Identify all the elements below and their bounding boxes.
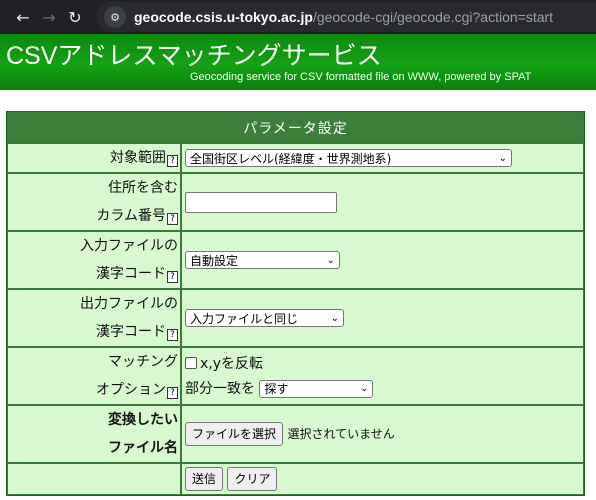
tune-icon[interactable]: ⚙ <box>104 6 126 28</box>
input-encoding-label-cell: 入力ファイルの 漢字コード? <box>7 231 181 289</box>
address-column-label-line2: カラム番号 <box>96 208 166 224</box>
file-label-line2: ファイル名 <box>108 440 178 456</box>
matching-option-label-line1: マッチング <box>108 354 178 370</box>
action-buttons-cell: 送信 クリア <box>181 463 584 495</box>
target-range-value: 全国街区レベル(経緯度・世界測地系) <box>190 151 392 166</box>
site-header: CSVアドレスマッチングサービス Geocoding service for C… <box>0 34 596 90</box>
swap-xy-label: x,yを反転 <box>200 356 264 372</box>
partial-match-select[interactable]: 探す ⌄ <box>259 380 374 398</box>
input-encoding-label-line2: 漢字コード <box>96 266 166 282</box>
clear-button[interactable]: クリア <box>227 467 278 491</box>
help-icon[interactable]: ? <box>167 329 178 341</box>
output-encoding-label-line1: 出力ファイルの <box>80 296 178 312</box>
output-encoding-cell: 入力ファイルと同じ ⌄ <box>181 289 584 347</box>
target-range-label: 対象範囲 <box>110 150 166 166</box>
matching-option-cell: x,yを反転 部分一致を 探す ⌄ <box>181 347 584 405</box>
forward-arrow-icon[interactable]: → <box>36 8 62 27</box>
empty-label-cell <box>7 463 181 495</box>
target-range-label-cell: 対象範囲? <box>7 143 181 173</box>
matching-option-label-line2: オプション <box>96 382 166 398</box>
output-encoding-select[interactable]: 入力ファイルと同じ ⌄ <box>185 309 344 327</box>
address-column-label-line1: 住所を含む <box>108 180 178 196</box>
target-range-cell: 全国街区レベル(経緯度・世界測地系) ⌄ <box>181 143 584 173</box>
parameter-form: パラメータ設定 対象範囲? 全国街区レベル(経緯度・世界測地系) ⌄ 住所を含む… <box>6 111 585 496</box>
parameter-heading: パラメータ設定 <box>7 112 584 143</box>
site-subtitle: Geocoding service for CSV formatted file… <box>190 71 532 83</box>
chevron-down-icon: ⌄ <box>326 254 335 266</box>
help-icon[interactable]: ? <box>167 213 178 225</box>
help-icon[interactable]: ? <box>167 155 178 167</box>
parameter-table: パラメータ設定 対象範囲? 全国街区レベル(経緯度・世界測地系) ⌄ 住所を含む… <box>6 111 585 496</box>
file-cell: ファイルを選択 選択されていません <box>181 405 584 463</box>
choose-file-button[interactable]: ファイルを選択 <box>185 422 284 446</box>
swap-xy-checkbox[interactable] <box>185 357 197 369</box>
site-title: CSVアドレスマッチングサービス <box>6 42 382 70</box>
input-encoding-value: 自動設定 <box>190 253 239 268</box>
no-file-selected-text: 選択されていません <box>287 427 395 441</box>
output-encoding-value: 入力ファイルと同じ <box>190 311 299 326</box>
help-icon[interactable]: ? <box>167 387 178 399</box>
address-column-input[interactable] <box>185 191 337 213</box>
chevron-down-icon: ⌄ <box>330 312 339 324</box>
back-arrow-icon[interactable]: ← <box>10 8 36 27</box>
output-encoding-label-line2: 漢字コード <box>96 324 166 340</box>
browser-toolbar: ← → ↻ ⚙ geocode.csis.u-tokyo.ac.jp/geoco… <box>0 0 596 34</box>
url-path: /geocode-cgi/geocode.cgi?action=start <box>312 9 554 25</box>
address-bar[interactable]: ⚙ geocode.csis.u-tokyo.ac.jp/geocode-cgi… <box>96 2 596 32</box>
partial-match-value: 探す <box>264 382 289 396</box>
input-encoding-select[interactable]: 自動設定 ⌄ <box>185 251 340 269</box>
output-encoding-label-cell: 出力ファイルの 漢字コード? <box>7 289 181 347</box>
reload-icon[interactable]: ↻ <box>62 8 88 27</box>
partial-match-label: 部分一致を <box>185 381 255 397</box>
submit-button[interactable]: 送信 <box>185 467 224 491</box>
address-column-cell <box>181 173 584 231</box>
file-label-line1: 変換したい <box>108 412 178 428</box>
input-encoding-cell: 自動設定 ⌄ <box>181 231 584 289</box>
chevron-down-icon: ⌄ <box>498 152 507 164</box>
chevron-down-icon: ⌄ <box>360 383 369 394</box>
input-encoding-label-line1: 入力ファイルの <box>80 238 178 254</box>
address-column-label-cell: 住所を含む カラム番号? <box>7 173 181 231</box>
matching-option-label-cell: マッチング オプション? <box>7 347 181 405</box>
help-icon[interactable]: ? <box>167 271 178 283</box>
file-label-cell: 変換したい ファイル名 <box>7 405 181 463</box>
target-range-select[interactable]: 全国街区レベル(経緯度・世界測地系) ⌄ <box>185 149 512 167</box>
url-host: geocode.csis.u-tokyo.ac.jp <box>134 9 313 25</box>
